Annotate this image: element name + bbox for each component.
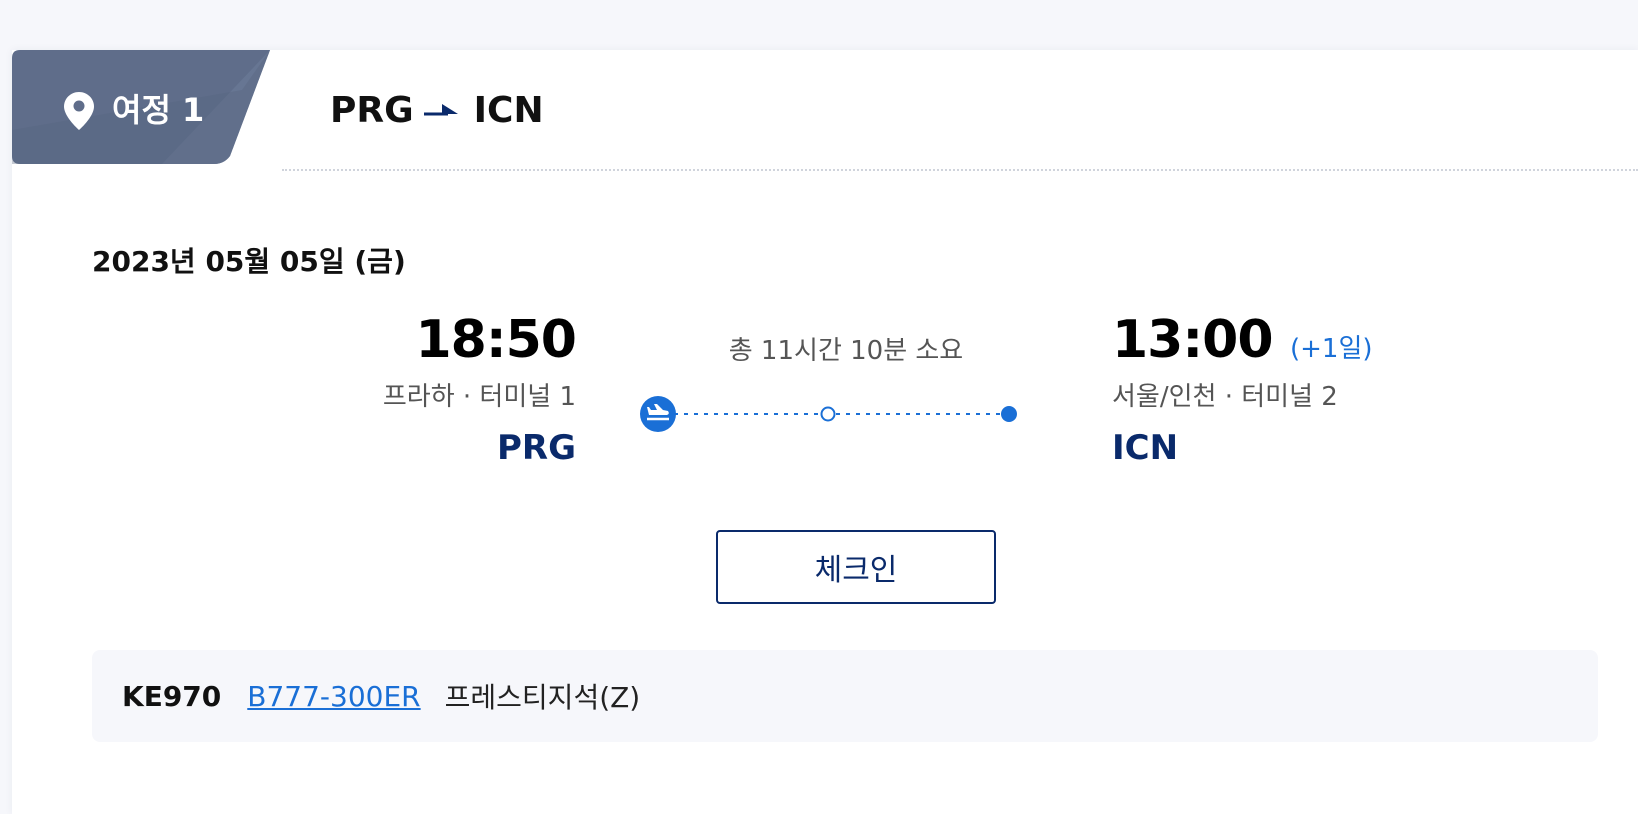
flight-date: 2023년 05월 05일 (금) [92,245,406,278]
route-destination: ICN [473,89,544,131]
route-title: PRG ICN [330,88,544,132]
flight-duration: 총 11시간 10분 소요 [728,336,964,366]
plane-arrow-icon [423,104,458,116]
flight-info-bar: KE970 B777-300ER 프레스티지석(Z) [92,650,1598,742]
route-timeline [640,396,1017,432]
cabin-class: 프레스티지석(Z) [444,681,641,714]
itinerary-card: 여정 1 PRG ICN 2023년 05월 05일 (금) 18:50 프라하… [12,50,1638,814]
arrival-dot-icon [1001,406,1017,422]
stop-circle-icon [820,406,836,422]
departure-code: PRG [496,428,576,468]
tab-divider [282,169,1638,171]
checkin-button[interactable]: 체크인 [716,530,996,604]
location-pin-icon [64,92,94,130]
route-origin: PRG [330,89,414,131]
flight-number: KE970 [122,679,222,713]
departure-time: 18:50 [415,310,577,370]
arrival-time: 13:00 [1112,310,1274,370]
arrival-code: ICN [1112,428,1179,468]
departure-terminal: 프라하 · 터미널 1 [382,382,576,412]
aircraft-type-link[interactable]: B777-300ER [247,680,420,713]
itinerary-tab[interactable]: 여정 1 [12,50,282,170]
tab-label: 여정 1 [112,91,205,129]
arrival-terminal: 서울/인천 · 터미널 2 [1112,382,1338,412]
arrival-day-offset: (+1일) [1290,334,1373,364]
takeoff-icon [640,396,676,432]
